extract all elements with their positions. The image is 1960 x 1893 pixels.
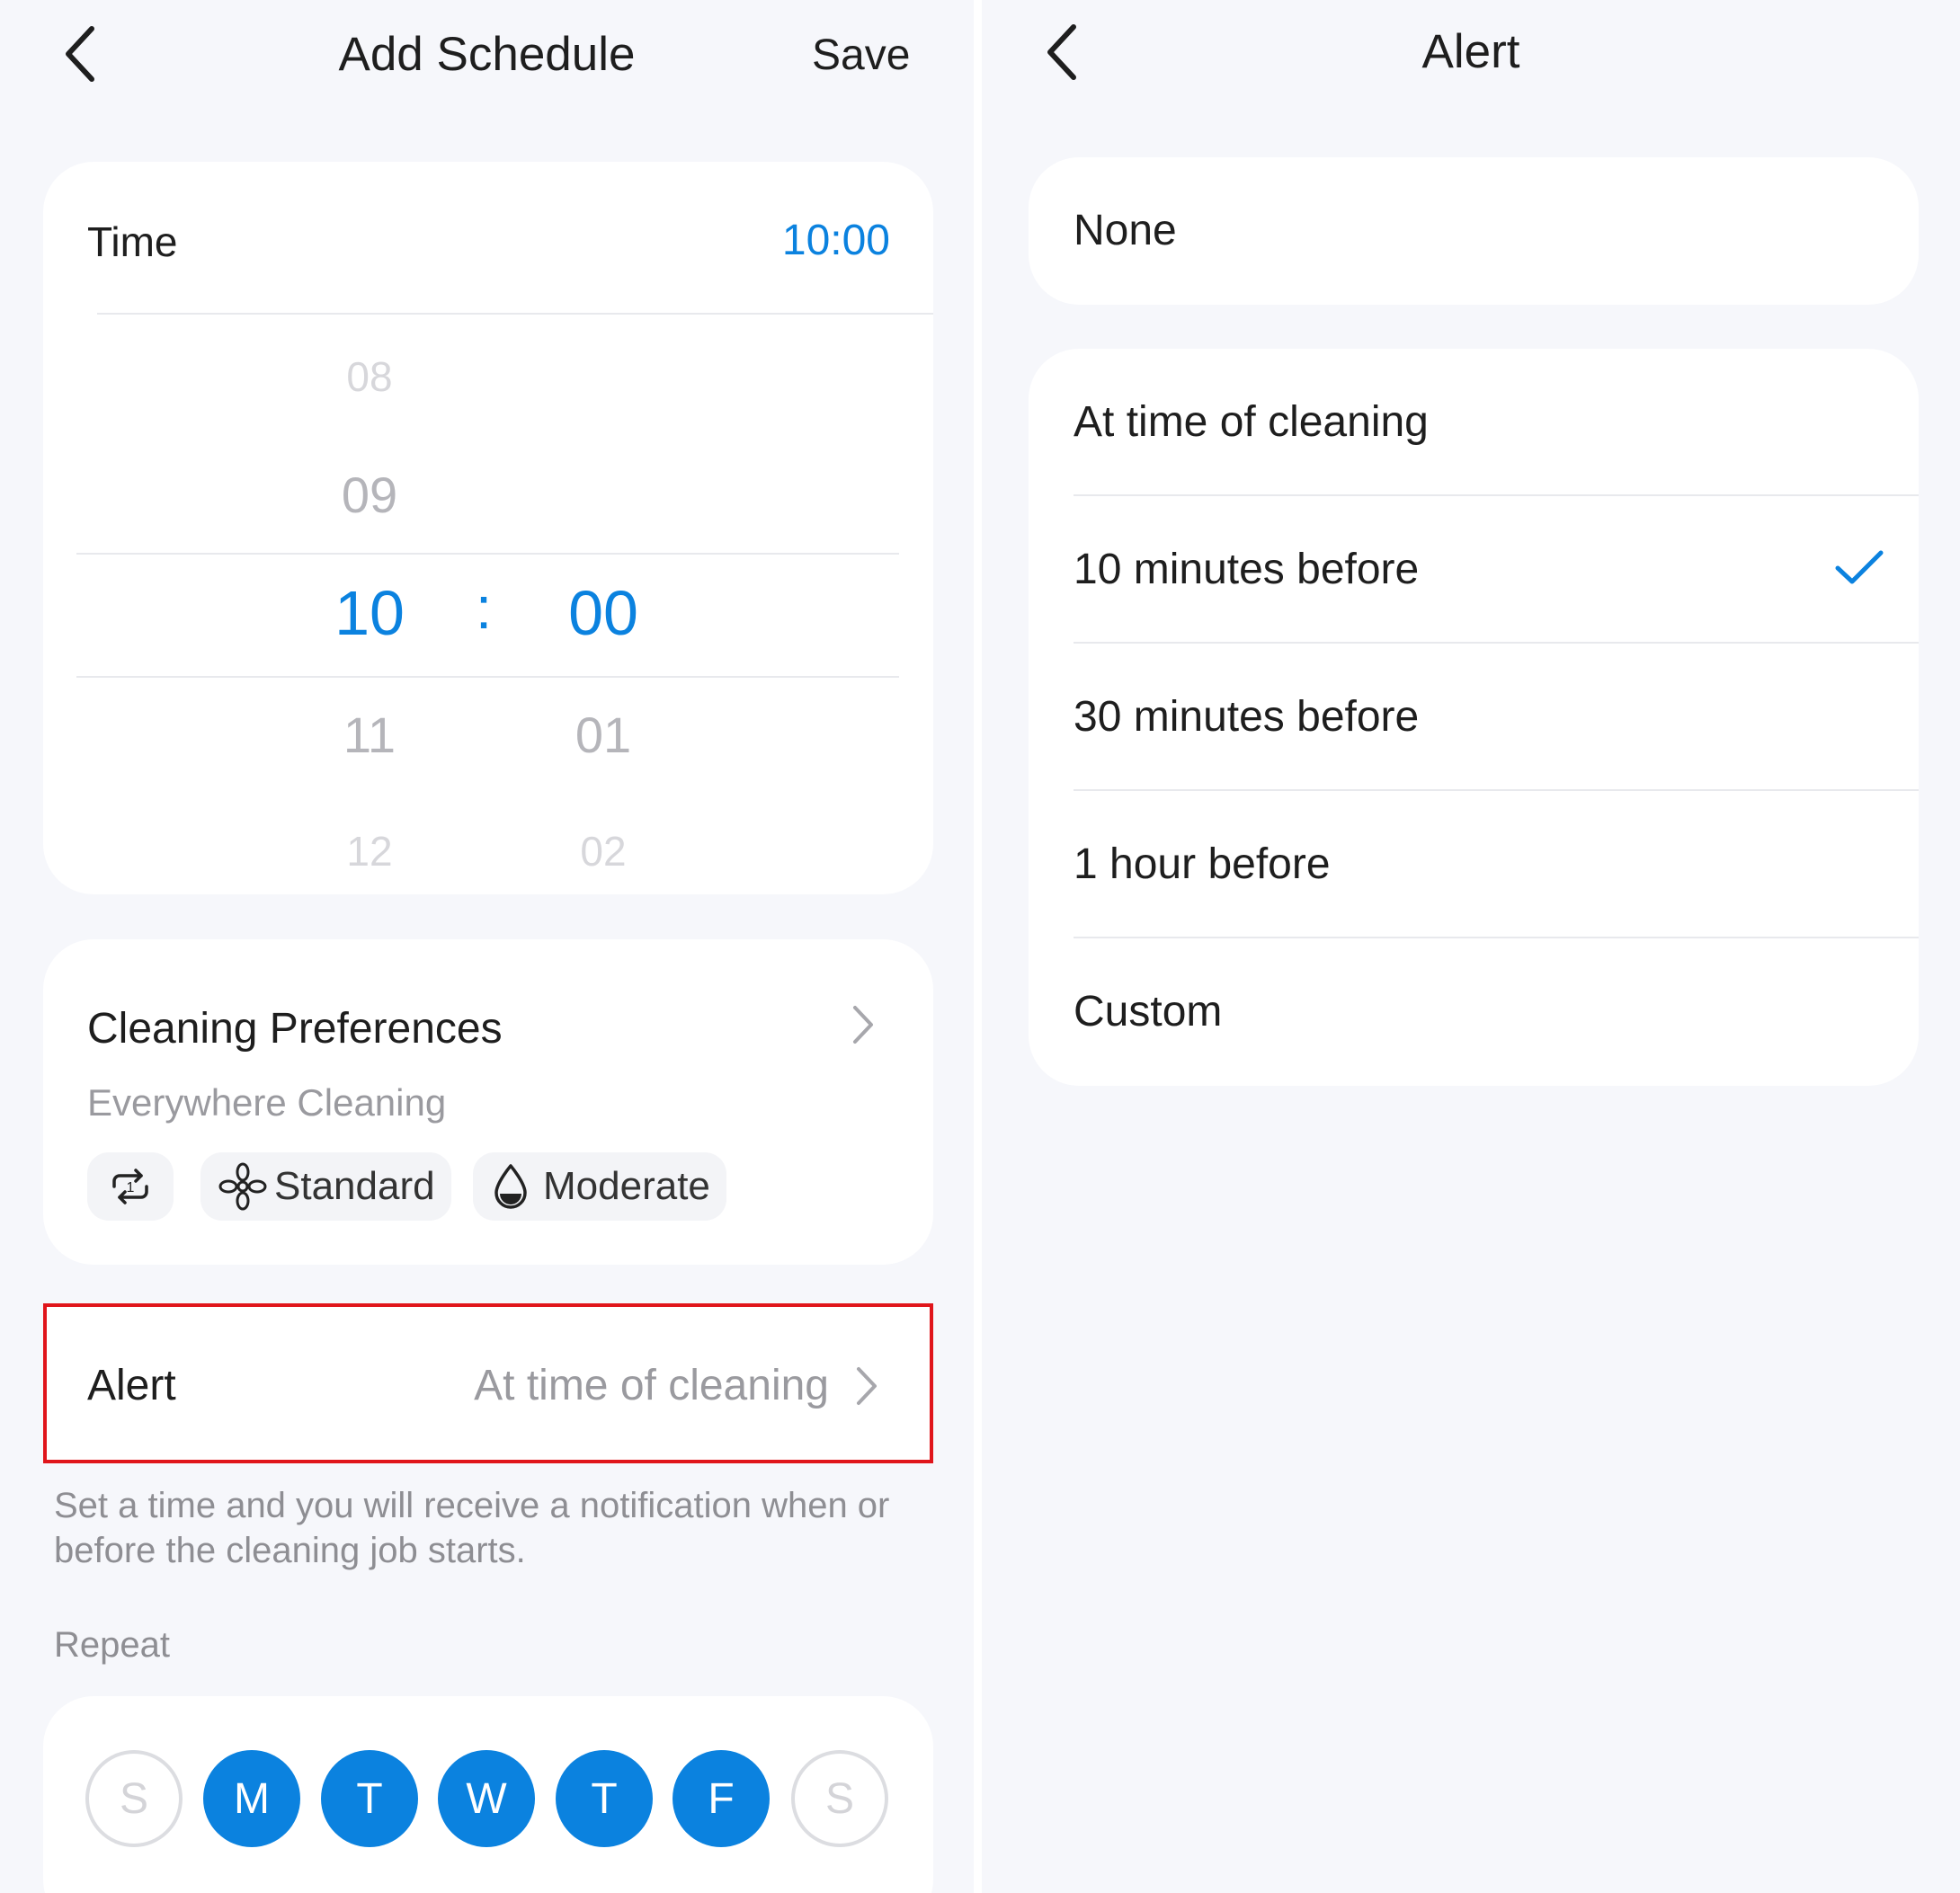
alert-options-list: At time of cleaning 10 minutes before 30… xyxy=(1029,349,1919,1086)
day-friday[interactable]: F xyxy=(673,1750,770,1847)
time-value: 10:00 xyxy=(781,217,890,264)
picker-selection-line-bottom xyxy=(76,676,899,678)
picker-selection-line-top xyxy=(76,553,899,555)
chevron-right-icon xyxy=(853,1006,873,1044)
hour-option-09[interactable]: 09 xyxy=(316,466,423,524)
suction-power-label: Standard xyxy=(274,1164,435,1208)
cleaning-times-chip: 1 xyxy=(87,1152,174,1221)
alert-note: Set a time and you will receive a notifi… xyxy=(54,1486,890,1570)
fan-icon xyxy=(218,1162,267,1211)
alert-option-custom[interactable]: Custom xyxy=(1029,938,1919,1086)
alert-option-10-minutes[interactable]: 10 minutes before xyxy=(1029,496,1919,644)
day-saturday[interactable]: S xyxy=(791,1750,888,1847)
alert-value: At time of cleaning xyxy=(474,1362,829,1409)
time-card: Time 10:00 08 09 10 : 00 11 01 12 02 xyxy=(43,162,933,894)
hour-option-12[interactable]: 12 xyxy=(316,827,423,875)
alert-row[interactable]: Alert At time of cleaning xyxy=(43,1303,933,1463)
alert-option-label: None xyxy=(1074,207,1177,254)
hour-selected[interactable]: 10 xyxy=(298,577,441,649)
cleaning-mode-label: Everywhere Cleaning xyxy=(87,1081,447,1124)
time-separator: : xyxy=(475,574,493,641)
alert-option-label: 10 minutes before xyxy=(1074,546,1420,593)
cleaning-preferences-card[interactable]: Cleaning Preferences Everywhere Cleaning… xyxy=(43,939,933,1265)
checkmark-icon xyxy=(1835,550,1884,584)
suction-power-chip: Standard xyxy=(200,1152,451,1221)
screen-divider xyxy=(974,0,982,1893)
add-schedule-screen: Add Schedule Save Time 10:00 08 09 10 : … xyxy=(0,0,974,1893)
water-flow-chip: Moderate xyxy=(473,1152,726,1221)
day-monday[interactable]: M xyxy=(203,1750,300,1847)
day-tuesday[interactable]: T xyxy=(321,1750,418,1847)
alert-label: Alert xyxy=(87,1362,176,1409)
alert-screen: Alert None At time of cleaning 10 minute… xyxy=(982,0,1960,1893)
page-title: Alert xyxy=(1421,25,1520,78)
minute-option-01[interactable]: 01 xyxy=(549,706,657,764)
minute-selected[interactable]: 00 xyxy=(531,577,675,649)
cleaning-preferences-title: Cleaning Preferences xyxy=(87,1005,503,1053)
alert-option-1-hour[interactable]: 1 hour before xyxy=(1029,791,1919,938)
alert-option-30-minutes[interactable]: 30 minutes before xyxy=(1029,644,1919,791)
alert-option-at-time[interactable]: At time of cleaning xyxy=(1029,349,1919,496)
save-button[interactable]: Save xyxy=(812,31,910,80)
alert-option-label: Custom xyxy=(1074,988,1223,1035)
repeat-once-icon: 1 xyxy=(112,1169,148,1204)
alert-option-none[interactable]: None xyxy=(1029,157,1919,305)
day-wednesday[interactable]: W xyxy=(438,1750,535,1847)
alert-option-label: At time of cleaning xyxy=(1074,398,1429,446)
chevron-right-icon xyxy=(857,1367,877,1405)
water-drop-icon xyxy=(494,1164,527,1209)
day-sunday[interactable]: S xyxy=(85,1750,183,1847)
day-thursday[interactable]: T xyxy=(556,1750,653,1847)
time-label: Time xyxy=(87,218,178,265)
hour-option-08[interactable]: 08 xyxy=(316,352,423,401)
svg-text:1: 1 xyxy=(127,1180,135,1195)
water-flow-label: Moderate xyxy=(543,1164,710,1208)
hour-option-11[interactable]: 11 xyxy=(316,706,423,764)
divider xyxy=(97,313,933,315)
alert-option-label: 30 minutes before xyxy=(1074,693,1420,741)
alert-option-label: 1 hour before xyxy=(1074,840,1331,888)
repeat-label: Repeat xyxy=(54,1625,170,1665)
minute-option-02[interactable]: 02 xyxy=(549,827,657,875)
